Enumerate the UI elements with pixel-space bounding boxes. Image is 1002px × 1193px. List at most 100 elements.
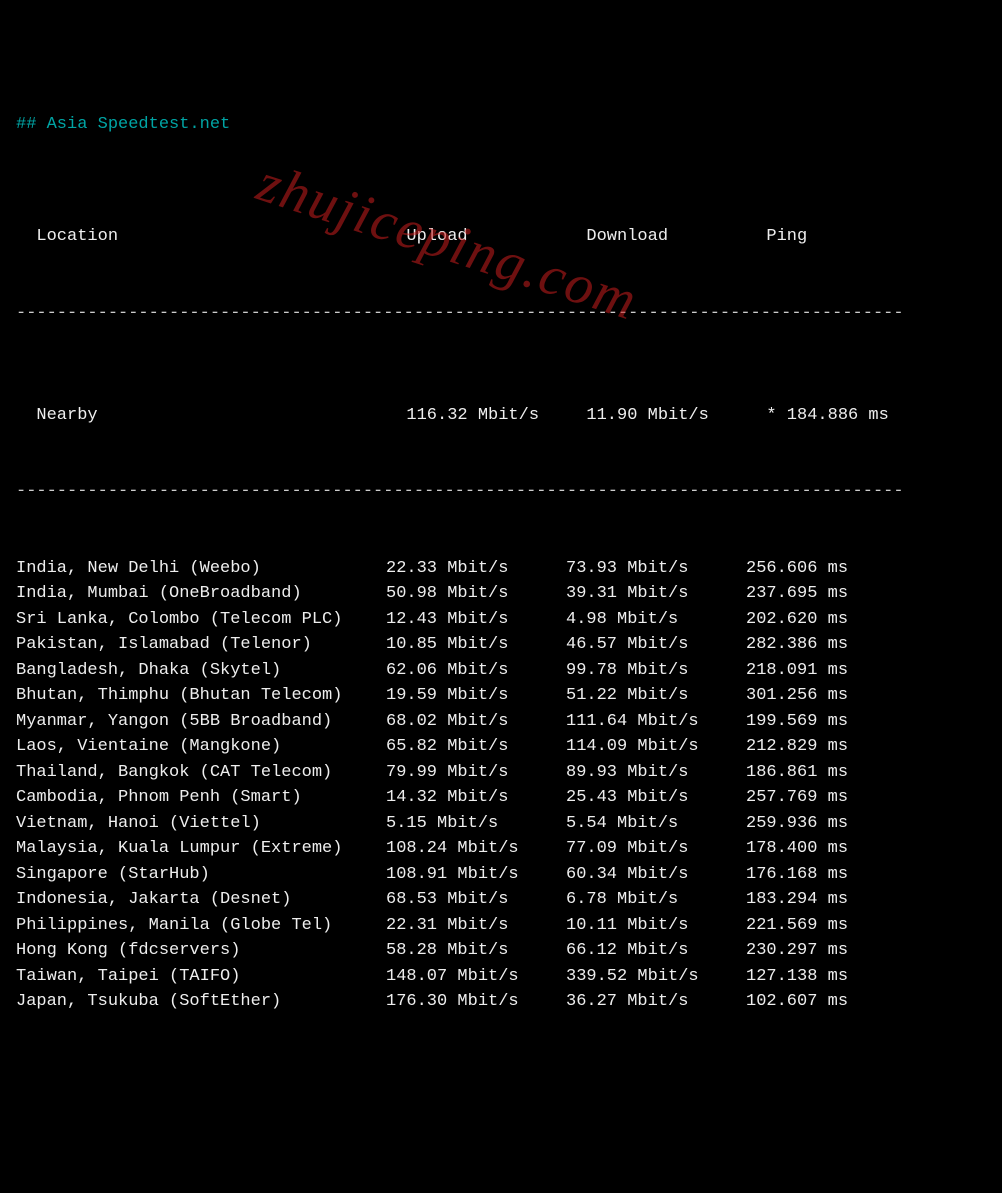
table-row: India, New Delhi (Weebo)22.33 Mbit/s73.9… [16, 556, 986, 582]
table-row: Sri Lanka, Colombo (Telecom PLC)12.43 Mb… [16, 607, 986, 633]
cell-location: Hong Kong (fdcservers) [16, 938, 386, 964]
cell-upload: 14.32 Mbit/s [386, 785, 566, 811]
cell-upload: 108.24 Mbit/s [386, 836, 566, 862]
cell-location: Philippines, Manila (Globe Tel) [16, 913, 386, 939]
cell-upload: 176.30 Mbit/s [386, 989, 566, 1015]
table-row: Thailand, Bangkok (CAT Telecom)79.99 Mbi… [16, 760, 986, 786]
data-rows: India, New Delhi (Weebo)22.33 Mbit/s73.9… [16, 556, 986, 1015]
cell-location: Bhutan, Thimphu (Bhutan Telecom) [16, 683, 386, 709]
cell-ping: 221.569 ms [746, 913, 848, 939]
section-title: ## Asia Speedtest.net [16, 112, 986, 138]
cell-download: 60.34 Mbit/s [566, 862, 746, 888]
cell-location: Pakistan, Islamabad (Telenor) [16, 632, 386, 658]
cell-ping: 212.829 ms [746, 734, 848, 760]
nearby-ping: * 184.886 ms [766, 403, 888, 429]
cell-download: 10.11 Mbit/s [566, 913, 746, 939]
cell-ping: 202.620 ms [746, 607, 848, 633]
cell-upload: 50.98 Mbit/s [386, 581, 566, 607]
table-row: Indonesia, Jakarta (Desnet)68.53 Mbit/s6… [16, 887, 986, 913]
cell-location: Laos, Vientaine (Mangkone) [16, 734, 386, 760]
cell-ping: 282.386 ms [746, 632, 848, 658]
cell-download: 46.57 Mbit/s [566, 632, 746, 658]
cell-location: India, Mumbai (OneBroadband) [16, 581, 386, 607]
cell-ping: 186.861 ms [746, 760, 848, 786]
cell-location: Japan, Tsukuba (SoftEther) [16, 989, 386, 1015]
header-ping: Ping [766, 224, 807, 250]
cell-ping: 237.695 ms [746, 581, 848, 607]
nearby-upload: 116.32 Mbit/s [406, 403, 586, 429]
cell-location: Bangladesh, Dhaka (Skytel) [16, 658, 386, 684]
table-row: Bhutan, Thimphu (Bhutan Telecom)19.59 Mb… [16, 683, 986, 709]
cell-location: Vietnam, Hanoi (Viettel) [16, 811, 386, 837]
cell-download: 6.78 Mbit/s [566, 887, 746, 913]
table-row: Bangladesh, Dhaka (Skytel)62.06 Mbit/s99… [16, 658, 986, 684]
separator-line: ----------------------------------------… [16, 479, 986, 505]
cell-download: 66.12 Mbit/s [566, 938, 746, 964]
cell-location: Singapore (StarHub) [16, 862, 386, 888]
cell-download: 4.98 Mbit/s [566, 607, 746, 633]
cell-upload: 5.15 Mbit/s [386, 811, 566, 837]
header-location: Location [36, 224, 406, 250]
cell-download: 39.31 Mbit/s [566, 581, 746, 607]
cell-upload: 19.59 Mbit/s [386, 683, 566, 709]
cell-download: 5.54 Mbit/s [566, 811, 746, 837]
cell-download: 99.78 Mbit/s [566, 658, 746, 684]
cell-upload: 108.91 Mbit/s [386, 862, 566, 888]
cell-location: India, New Delhi (Weebo) [16, 556, 386, 582]
cell-ping: 218.091 ms [746, 658, 848, 684]
cell-ping: 183.294 ms [746, 887, 848, 913]
cell-download: 339.52 Mbit/s [566, 964, 746, 990]
nearby-row: Nearby116.32 Mbit/s11.90 Mbit/s* 184.886… [16, 377, 986, 428]
cell-ping: 102.607 ms [746, 989, 848, 1015]
table-row: Pakistan, Islamabad (Telenor)10.85 Mbit/… [16, 632, 986, 658]
cell-ping: 259.936 ms [746, 811, 848, 837]
table-row: Hong Kong (fdcservers)58.28 Mbit/s66.12 … [16, 938, 986, 964]
separator-line: ----------------------------------------… [16, 301, 986, 327]
cell-upload: 58.28 Mbit/s [386, 938, 566, 964]
cell-location: Myanmar, Yangon (5BB Broadband) [16, 709, 386, 735]
cell-location: Indonesia, Jakarta (Desnet) [16, 887, 386, 913]
cell-ping: 176.168 ms [746, 862, 848, 888]
header-upload: Upload [406, 224, 586, 250]
cell-download: 114.09 Mbit/s [566, 734, 746, 760]
cell-upload: 79.99 Mbit/s [386, 760, 566, 786]
table-row: Philippines, Manila (Globe Tel)22.31 Mbi… [16, 913, 986, 939]
nearby-download: 11.90 Mbit/s [586, 403, 766, 429]
cell-upload: 68.02 Mbit/s [386, 709, 566, 735]
table-row: Laos, Vientaine (Mangkone)65.82 Mbit/s11… [16, 734, 986, 760]
cell-upload: 68.53 Mbit/s [386, 887, 566, 913]
cell-upload: 62.06 Mbit/s [386, 658, 566, 684]
header-download: Download [586, 224, 766, 250]
cell-upload: 148.07 Mbit/s [386, 964, 566, 990]
cell-location: Sri Lanka, Colombo (Telecom PLC) [16, 607, 386, 633]
nearby-location: Nearby [36, 403, 406, 429]
cell-ping: 230.297 ms [746, 938, 848, 964]
cell-upload: 12.43 Mbit/s [386, 607, 566, 633]
cell-download: 51.22 Mbit/s [566, 683, 746, 709]
cell-upload: 22.33 Mbit/s [386, 556, 566, 582]
cell-ping: 199.569 ms [746, 709, 848, 735]
table-row: Myanmar, Yangon (5BB Broadband)68.02 Mbi… [16, 709, 986, 735]
header-row: LocationUploadDownloadPing [16, 199, 986, 250]
cell-location: Taiwan, Taipei (TAIFO) [16, 964, 386, 990]
cell-upload: 65.82 Mbit/s [386, 734, 566, 760]
cell-ping: 256.606 ms [746, 556, 848, 582]
cell-ping: 127.138 ms [746, 964, 848, 990]
cell-upload: 22.31 Mbit/s [386, 913, 566, 939]
cell-ping: 301.256 ms [746, 683, 848, 709]
table-row: Malaysia, Kuala Lumpur (Extreme)108.24 M… [16, 836, 986, 862]
cell-ping: 257.769 ms [746, 785, 848, 811]
cell-download: 36.27 Mbit/s [566, 989, 746, 1015]
table-row: Taiwan, Taipei (TAIFO)148.07 Mbit/s339.5… [16, 964, 986, 990]
table-row: Japan, Tsukuba (SoftEther)176.30 Mbit/s3… [16, 989, 986, 1015]
cell-download: 89.93 Mbit/s [566, 760, 746, 786]
cell-download: 73.93 Mbit/s [566, 556, 746, 582]
cell-download: 77.09 Mbit/s [566, 836, 746, 862]
cell-location: Thailand, Bangkok (CAT Telecom) [16, 760, 386, 786]
table-row: Vietnam, Hanoi (Viettel)5.15 Mbit/s5.54 … [16, 811, 986, 837]
cell-upload: 10.85 Mbit/s [386, 632, 566, 658]
cell-location: Malaysia, Kuala Lumpur (Extreme) [16, 836, 386, 862]
cell-download: 25.43 Mbit/s [566, 785, 746, 811]
cell-location: Cambodia, Phnom Penh (Smart) [16, 785, 386, 811]
cell-ping: 178.400 ms [746, 836, 848, 862]
